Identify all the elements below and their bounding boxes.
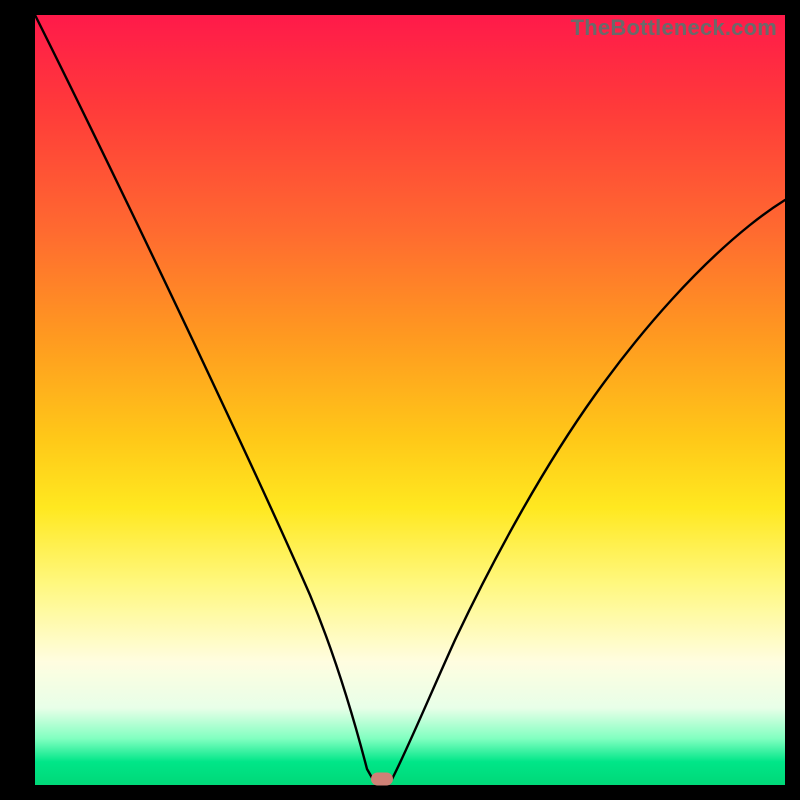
curve-left bbox=[35, 15, 375, 783]
chart-frame: TheBottleneck.com bbox=[0, 0, 800, 800]
plot-area: TheBottleneck.com bbox=[35, 15, 785, 785]
bottleneck-curve bbox=[35, 15, 785, 785]
curve-right bbox=[390, 200, 785, 783]
watermark-text: TheBottleneck.com bbox=[571, 15, 777, 41]
optimum-marker bbox=[371, 772, 393, 785]
